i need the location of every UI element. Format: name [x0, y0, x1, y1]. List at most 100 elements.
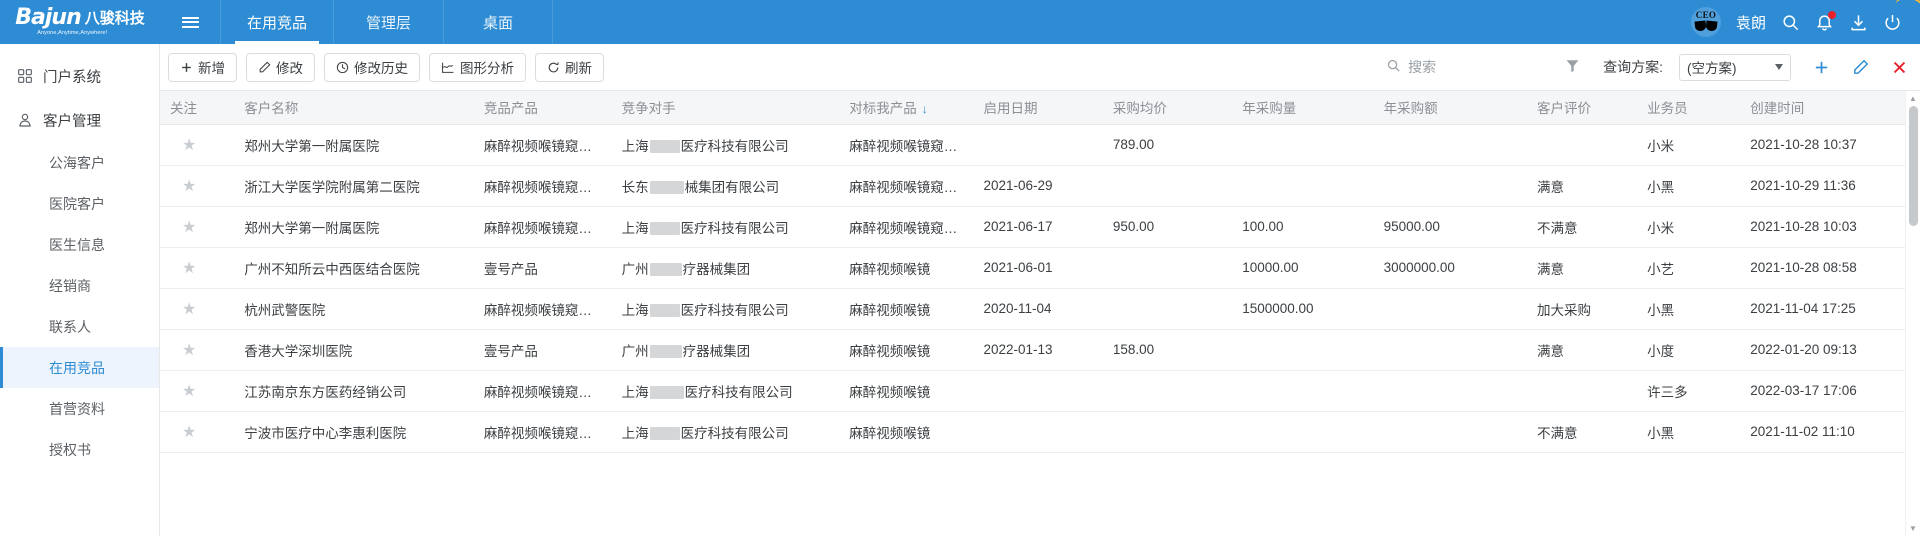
- main-content: 新增 修改 修改历史: [160, 44, 1920, 536]
- cell-product: 麻醉视频喉镜窥视...: [474, 124, 612, 165]
- table-row[interactable]: ★郑州大学第一附属医院麻醉视频喉镜窥视...上海医疗科技有限公司麻醉视频喉镜窥视…: [160, 206, 1920, 247]
- cell-product: 麻醉视频喉镜窥视...: [474, 165, 612, 206]
- column-header-yearqty[interactable]: 年采购量: [1232, 91, 1373, 124]
- column-header-startdate[interactable]: 启用日期: [973, 91, 1102, 124]
- column-header-star[interactable]: 关注: [160, 91, 234, 124]
- column-header-rival-label: 竞争对手: [622, 101, 676, 116]
- favorite-star-cell[interactable]: ★: [160, 247, 234, 288]
- edit-button[interactable]: 修改: [246, 53, 315, 82]
- funnel-icon[interactable]: [1565, 58, 1580, 76]
- favorite-star-cell[interactable]: ★: [160, 124, 234, 165]
- sidebar-group-portal[interactable]: 门户系统: [0, 54, 159, 98]
- toolbar: 新增 修改 修改历史: [160, 44, 1920, 90]
- cell-yearamt: [1374, 411, 1527, 452]
- favorite-star-cell[interactable]: ★: [160, 288, 234, 329]
- search-icon[interactable]: [1781, 13, 1800, 32]
- add-button-label: 新增: [198, 57, 225, 77]
- refresh-button[interactable]: 刷新: [535, 53, 604, 82]
- star-icon[interactable]: ★: [182, 383, 196, 400]
- favorite-star-cell[interactable]: ★: [160, 370, 234, 411]
- table-row[interactable]: ★宁波市医疗中心李惠利医院麻醉视频喉镜窥视...上海医疗科技有限公司麻醉视频喉镜…: [160, 411, 1920, 452]
- search-box[interactable]: [1386, 56, 1546, 79]
- sidebar-group-customer[interactable]: 客户管理: [0, 98, 159, 142]
- cell-created: 2021-11-04 17:25: [1740, 288, 1920, 329]
- star-icon[interactable]: ★: [182, 219, 196, 236]
- table-row[interactable]: ★香港大学深圳医院壹号产品广州疗器械集团麻醉视频喉镜2022-01-13158.…: [160, 329, 1920, 370]
- menu-toggle-icon[interactable]: [160, 0, 220, 44]
- sidebar-item-distributor[interactable]: 经销商: [0, 265, 159, 306]
- column-header-created[interactable]: 创建时间: [1740, 91, 1920, 124]
- column-header-ourproduct[interactable]: 对标我产品↓: [839, 91, 973, 124]
- redacted-text: [650, 304, 680, 317]
- favorite-star-cell[interactable]: ★: [160, 411, 234, 452]
- table-row[interactable]: ★郑州大学第一附属医院麻醉视频喉镜窥视...上海医疗科技有限公司麻醉视频喉镜窥视…: [160, 124, 1920, 165]
- download-icon[interactable]: [1849, 13, 1868, 32]
- add-button[interactable]: 新增: [168, 53, 237, 82]
- cell-yearqty: 1500000.00: [1232, 288, 1373, 329]
- sidebar-item-doctor-info[interactable]: 医生信息: [0, 224, 159, 265]
- star-icon[interactable]: ★: [182, 301, 196, 318]
- vertical-scrollbar[interactable]: ▲ ▼: [1905, 91, 1920, 536]
- table-row[interactable]: ★广州不知所云中西医结合医院壹号产品广州疗器械集团麻醉视频喉镜2021-06-0…: [160, 247, 1920, 288]
- edit-scheme-icon[interactable]: [1852, 59, 1869, 76]
- nav-tab-1[interactable]: 管理层: [333, 0, 443, 44]
- bell-icon[interactable]: [1815, 13, 1834, 32]
- nav-tab-0[interactable]: 在用竞品: [220, 0, 333, 44]
- sidebar-item-contact[interactable]: 联系人: [0, 306, 159, 347]
- delete-scheme-icon[interactable]: [1891, 59, 1908, 76]
- cell-yearqty: 100.00: [1232, 206, 1373, 247]
- sidebar-item-first-sale-docs[interactable]: 首营资料: [0, 388, 159, 429]
- table-row[interactable]: ★杭州武警医院麻醉视频喉镜窥视...上海医疗科技有限公司麻醉视频喉镜2020-1…: [160, 288, 1920, 329]
- cell-yearqty: [1232, 165, 1373, 206]
- scroll-down-icon[interactable]: ▼: [1906, 521, 1920, 536]
- scrollbar-thumb[interactable]: [1909, 106, 1918, 226]
- star-icon[interactable]: ★: [182, 260, 196, 277]
- column-header-rival[interactable]: 竞争对手: [612, 91, 840, 124]
- cell-product: 壹号产品: [474, 247, 612, 288]
- edit-button-label: 修改: [276, 57, 303, 77]
- column-header-product[interactable]: 竞品产品: [474, 91, 612, 124]
- cell-sales: 小黑: [1637, 288, 1740, 329]
- search-input[interactable]: [1408, 59, 1546, 75]
- column-header-sales[interactable]: 业务员: [1637, 91, 1740, 124]
- avatar[interactable]: CEO: [1691, 7, 1721, 37]
- cell-rating: 满意: [1527, 329, 1637, 370]
- power-icon[interactable]: [1883, 13, 1902, 32]
- sidebar-item-authorization[interactable]: 授权书: [0, 429, 159, 470]
- star-icon[interactable]: ★: [182, 137, 196, 154]
- favorite-star-cell[interactable]: ★: [160, 329, 234, 370]
- cell-sales: 小米: [1637, 124, 1740, 165]
- cell-yearqty: [1232, 124, 1373, 165]
- competitor-table: 关注客户名称竞品产品竞争对手 对标我产品↓启用日期采购均价年采购量年采购额客户评价…: [160, 91, 1920, 453]
- star-icon[interactable]: ★: [182, 342, 196, 359]
- cell-yearqty: [1232, 329, 1373, 370]
- scroll-up-icon[interactable]: ▲: [1906, 91, 1920, 106]
- sidebar-item-active-competitor[interactable]: 在用竞品: [0, 347, 159, 388]
- nav-tab-2[interactable]: 桌面: [443, 0, 553, 44]
- star-icon[interactable]: ★: [182, 178, 196, 195]
- brand-tagline: Anyone,Anytime,Anywhere!: [37, 31, 107, 37]
- query-scheme-select[interactable]: (空方案): [1679, 54, 1791, 81]
- brand-logo[interactable]: Bajun 八骏科技 Anyone,Anytime,Anywhere!: [0, 0, 160, 44]
- add-scheme-icon[interactable]: [1813, 59, 1830, 76]
- clock-icon: [336, 61, 349, 74]
- refresh-icon: [547, 61, 560, 74]
- star-icon[interactable]: ★: [182, 424, 196, 441]
- sidebar-item-public-customer[interactable]: 公海客户: [0, 142, 159, 183]
- column-header-customer[interactable]: 客户名称: [234, 91, 474, 124]
- column-header-yearamt[interactable]: 年采购额: [1374, 91, 1527, 124]
- cell-yearamt: [1374, 124, 1527, 165]
- favorite-star-cell[interactable]: ★: [160, 165, 234, 206]
- redacted-text: [650, 140, 680, 153]
- sort-arrow-icon: ↓: [922, 102, 928, 116]
- column-header-avgprice[interactable]: 采购均价: [1103, 91, 1232, 124]
- history-button[interactable]: 修改历史: [324, 53, 420, 82]
- plus-icon: [180, 61, 193, 74]
- column-header-rating[interactable]: 客户评价: [1527, 91, 1637, 124]
- favorite-star-cell[interactable]: ★: [160, 206, 234, 247]
- column-header-rating-label: 客户评价: [1537, 101, 1591, 116]
- table-row[interactable]: ★江苏南京东方医药经销公司麻醉视频喉镜窥视...上海医疗科技有限公司麻醉视频喉镜…: [160, 370, 1920, 411]
- sidebar-item-hospital-customer[interactable]: 医院客户: [0, 183, 159, 224]
- table-row[interactable]: ★浙江大学医学院附属第二医院麻醉视频喉镜窥视...长东械集团有限公司麻醉视频喉镜…: [160, 165, 1920, 206]
- chart-analysis-button[interactable]: 图形分析: [429, 53, 526, 82]
